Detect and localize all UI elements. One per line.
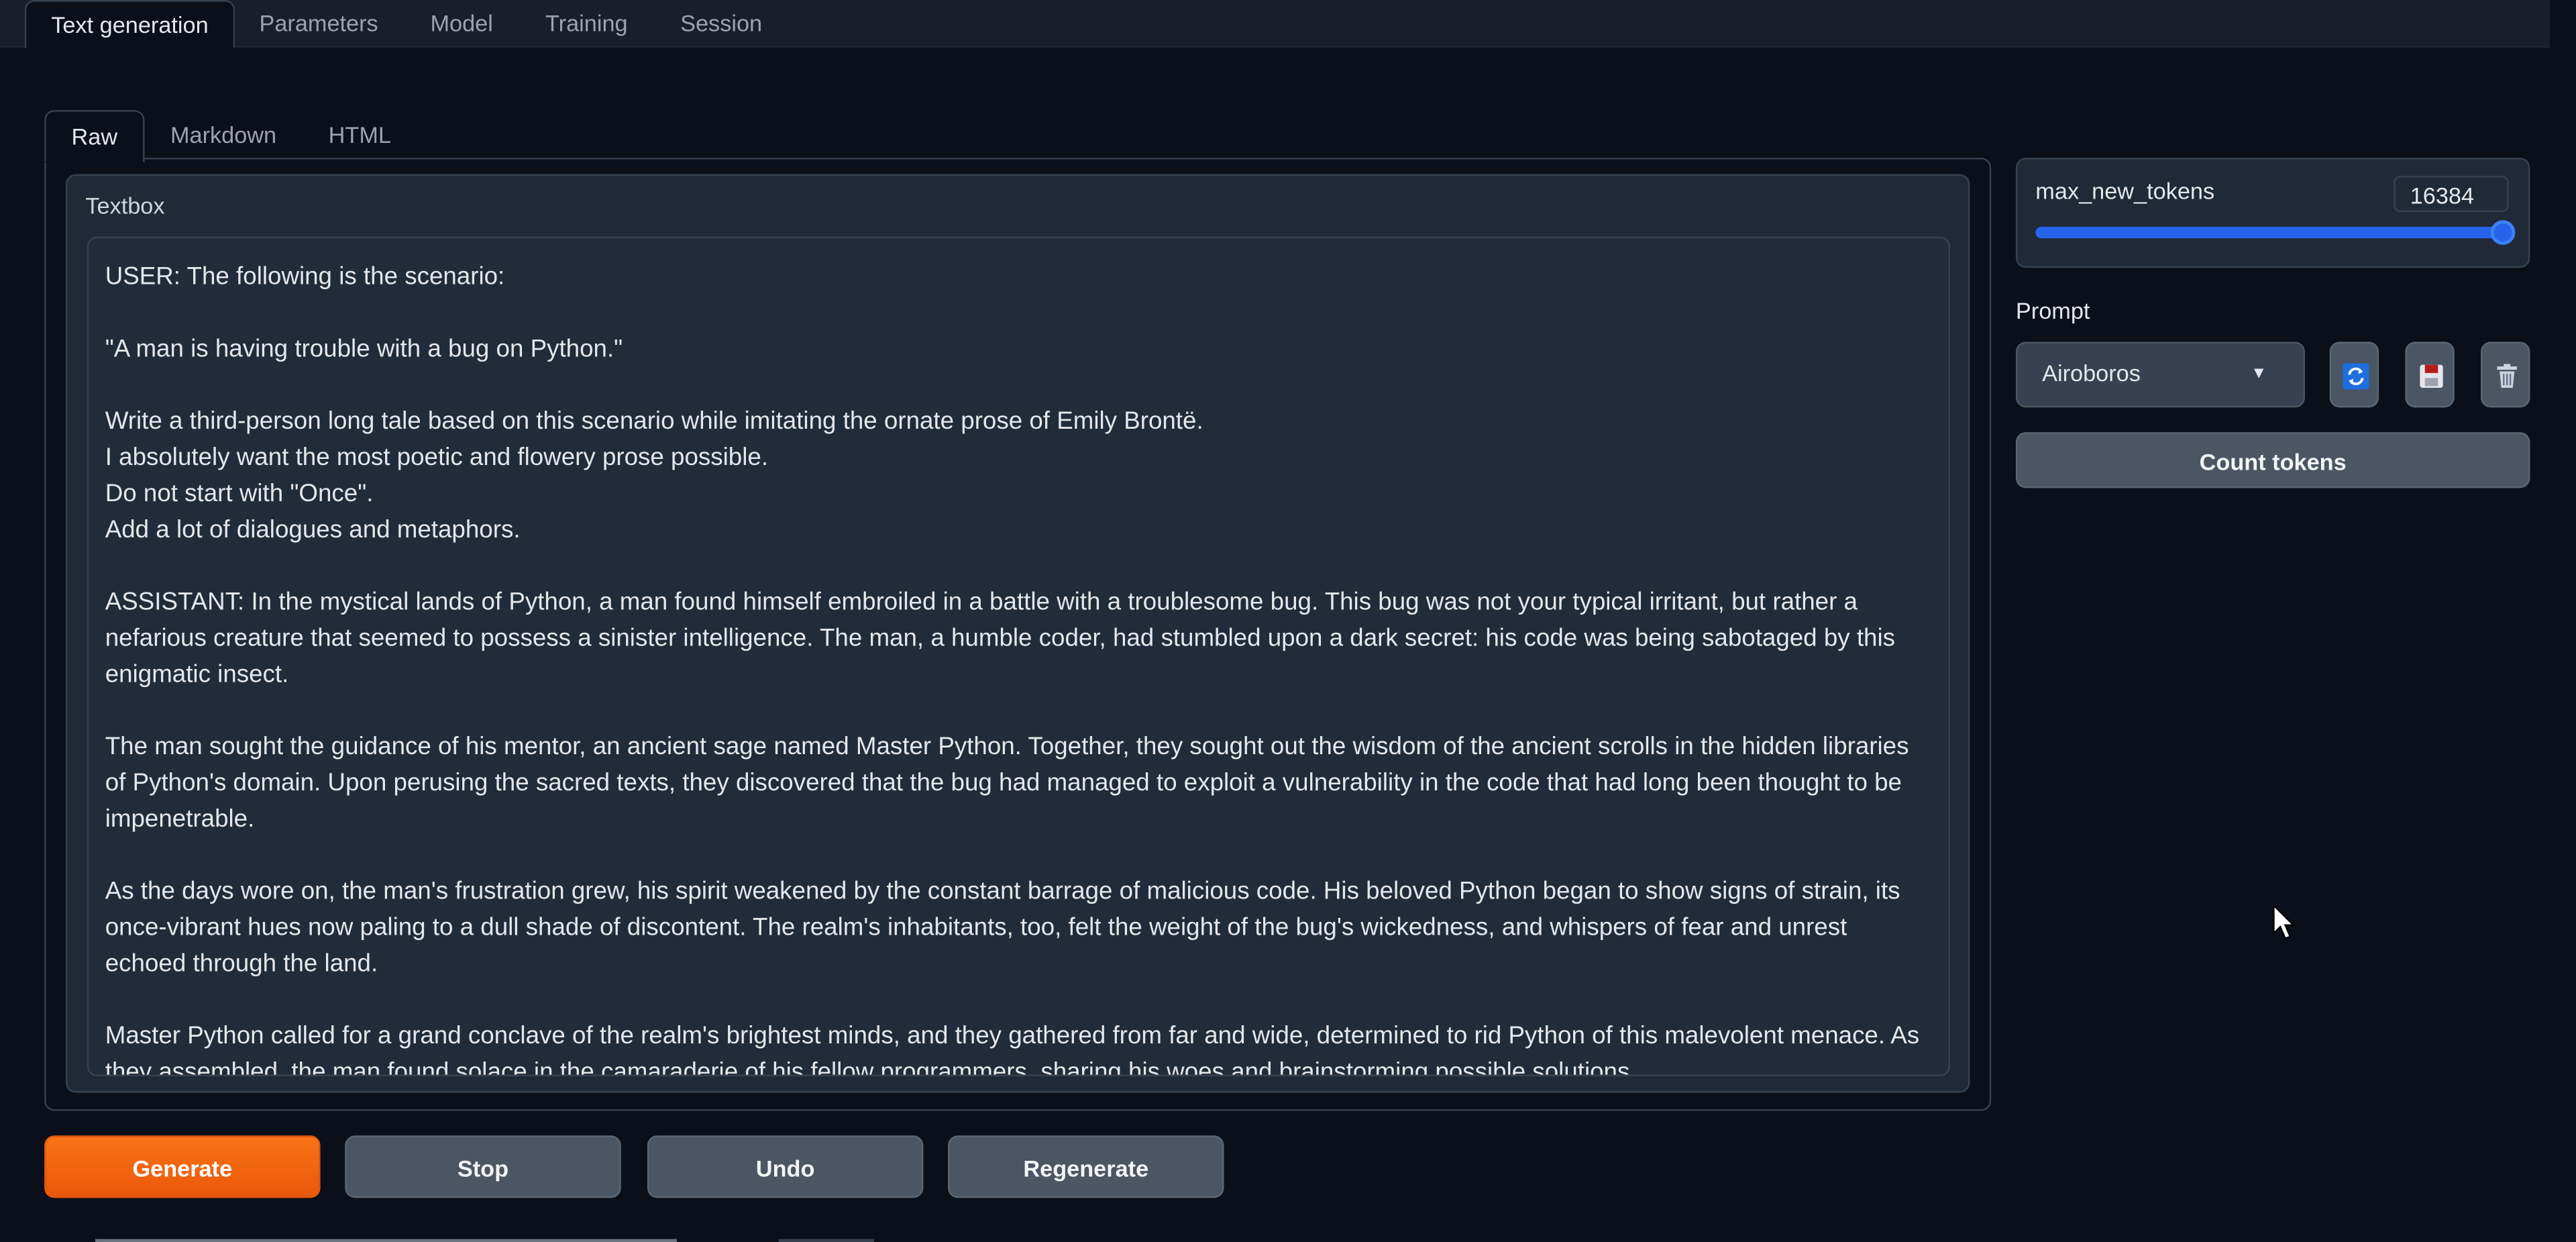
slider-fill [2035, 226, 2504, 239]
tab-text-generation[interactable]: Text generation [24, 0, 235, 48]
stop-button[interactable]: Stop [345, 1135, 621, 1198]
undo-button[interactable]: Undo [647, 1135, 924, 1198]
prompt-label: Prompt [2015, 297, 2090, 324]
subtab-markdown[interactable]: Markdown [154, 110, 292, 159]
tab-parameters[interactable]: Parameters [243, 0, 394, 46]
refresh-prompts-button[interactable] [2329, 342, 2379, 408]
max-new-tokens-label: max_new_tokens [2035, 177, 2215, 204]
output-text[interactable]: USER: The following is the scenario: "A … [89, 238, 1948, 1075]
scrollbar-track-segment [778, 1239, 874, 1242]
prompt-selected-value: Airoboros [2042, 360, 2141, 386]
subtab-raw[interactable]: Raw [44, 110, 145, 163]
tab-training[interactable]: Training [529, 0, 644, 46]
chevron-down-icon: ▼ [2251, 364, 2267, 383]
subtab-html[interactable]: HTML [312, 110, 407, 159]
delete-prompt-button[interactable] [2480, 342, 2530, 408]
regenerate-button[interactable]: Regenerate [948, 1135, 1224, 1198]
save-icon [2420, 364, 2443, 388]
textbox-label: Textbox [85, 192, 165, 219]
max-new-tokens-input[interactable]: 16384 [2394, 176, 2509, 212]
slider-handle[interactable] [2490, 220, 2516, 245]
output-textbox[interactable]: USER: The following is the scenario: "A … [87, 236, 1950, 1077]
count-tokens-button[interactable]: Count tokens [2015, 432, 2530, 488]
save-prompt-button[interactable] [2405, 342, 2455, 408]
delete-icon [2497, 364, 2517, 388]
horizontal-scrollbar[interactable] [95, 1239, 677, 1242]
mouse-cursor-icon [2273, 903, 2296, 939]
max-new-tokens-slider[interactable] [2035, 220, 2516, 245]
tab-session[interactable]: Session [663, 0, 778, 46]
tab-model[interactable]: Model [414, 0, 509, 46]
refresh-icon [2343, 363, 2369, 390]
generate-button[interactable]: Generate [44, 1135, 321, 1198]
